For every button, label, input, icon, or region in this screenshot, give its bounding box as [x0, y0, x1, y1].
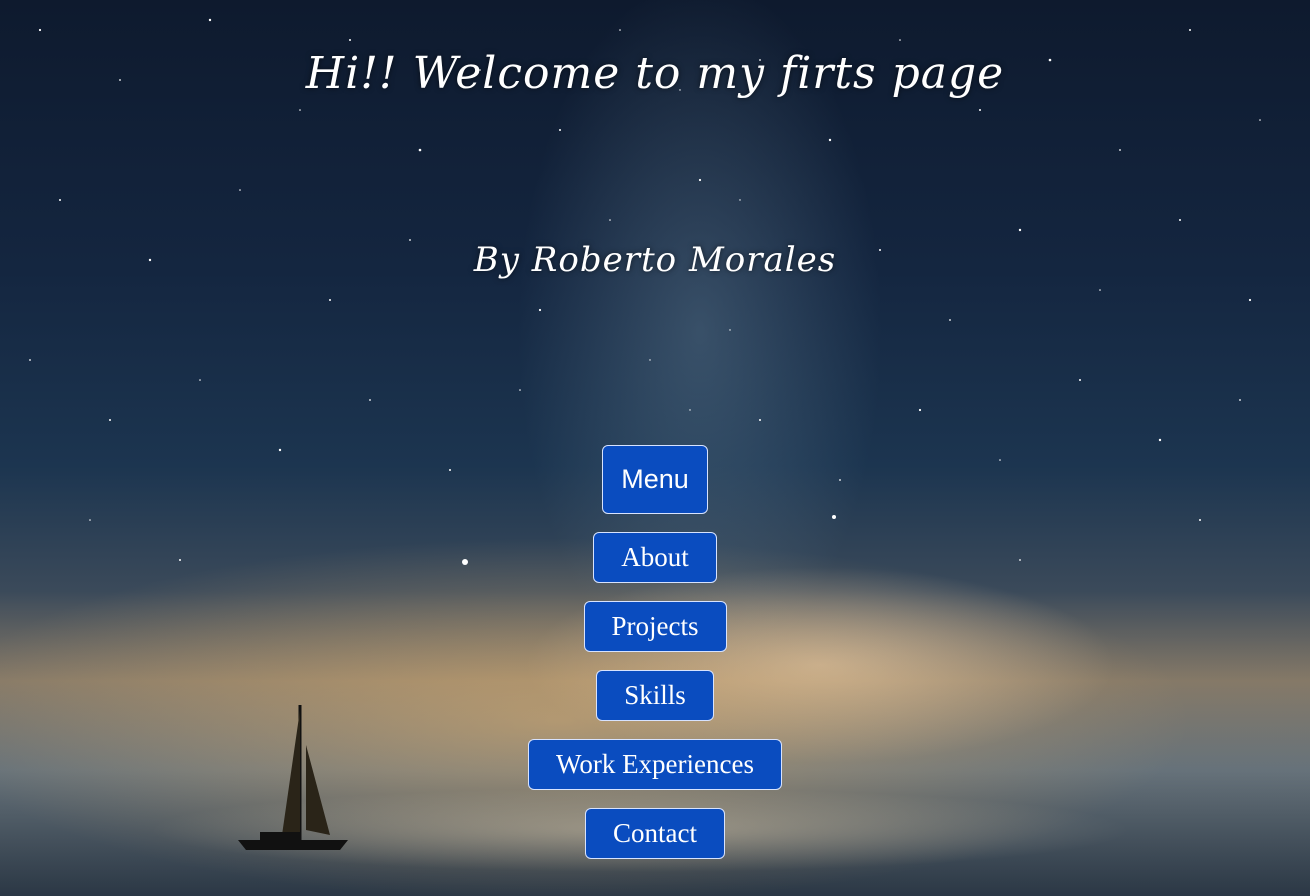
about-button[interactable]: About [593, 532, 717, 583]
contact-button[interactable]: Contact [585, 808, 725, 859]
page-title: Hi!! Welcome to my firts page [305, 48, 1005, 99]
author-subtitle: By Roberto Morales [473, 240, 837, 280]
nav-menu: Menu About Projects Skills Work Experien… [0, 445, 1310, 877]
menu-toggle-button[interactable]: Menu [602, 445, 708, 514]
skills-button[interactable]: Skills [596, 670, 714, 721]
work-experiences-button[interactable]: Work Experiences [528, 739, 782, 790]
projects-button[interactable]: Projects [583, 601, 727, 652]
